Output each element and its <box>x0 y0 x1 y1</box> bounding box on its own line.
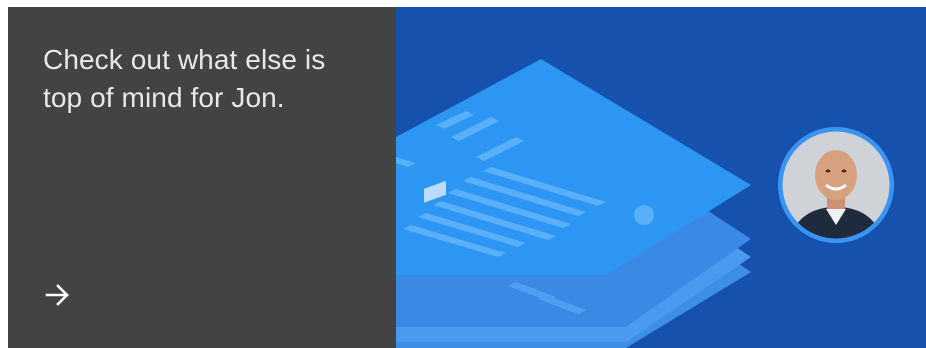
sheet-dot <box>634 205 654 225</box>
promo-text-panel: Check out what else is top of mind for J… <box>8 7 396 348</box>
promo-illustration-panel <box>396 7 926 348</box>
avatar[interactable] <box>778 127 894 243</box>
arrow-right-icon[interactable] <box>38 275 78 315</box>
promo-card[interactable]: Check out what else is top of mind for J… <box>8 7 926 348</box>
promo-headline: Check out what else is top of mind for J… <box>43 44 326 113</box>
